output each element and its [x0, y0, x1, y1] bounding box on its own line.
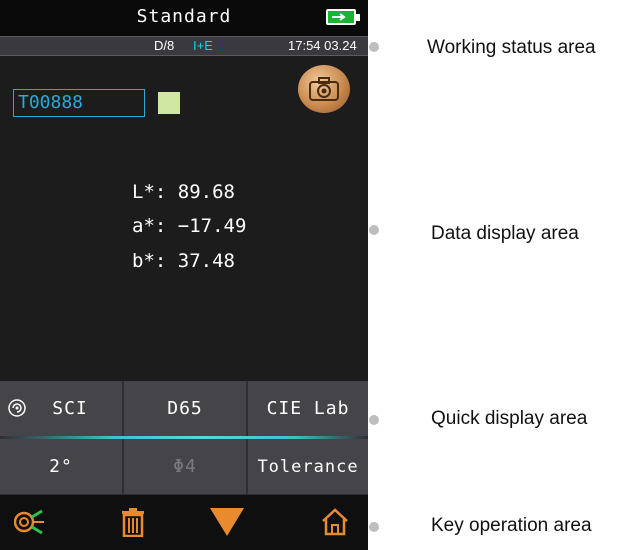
callout-dot-key — [369, 522, 379, 532]
color-swatch — [158, 92, 180, 114]
key-operation-label: Key operation area — [431, 515, 592, 536]
callout-dot-status — [369, 42, 379, 52]
observer-button[interactable]: 2° — [0, 439, 122, 494]
color-space-button[interactable]: CIE Lab — [248, 381, 368, 436]
camera-button[interactable] — [298, 65, 350, 113]
l-star-value: L*: 89.68 — [132, 181, 235, 203]
tolerance-button[interactable]: Tolerance — [248, 439, 368, 494]
data-display-label: Data display area — [431, 223, 579, 244]
title-bar: Standard — [0, 0, 368, 36]
down-triangle-icon[interactable] — [209, 507, 245, 537]
b-star-value: b*: 37.48 — [132, 250, 235, 272]
battery-icon — [326, 9, 356, 25]
sci-label: SCI — [52, 398, 88, 419]
measure-icon[interactable] — [14, 509, 46, 535]
specular-mode-indicator: I+E — [193, 38, 213, 53]
callout-dot-data — [369, 225, 379, 235]
sample-id-field[interactable]: T00888 — [13, 89, 145, 117]
battery-tip — [356, 14, 360, 21]
aperture-button[interactable]: Φ4 — [124, 439, 246, 494]
working-status-label: Working status area — [427, 37, 596, 58]
callout-dot-quick — [369, 415, 379, 425]
clock: 17:54 03.24 — [288, 38, 357, 53]
quick-display-label: Quick display area — [431, 408, 588, 429]
quick-display-panel: SCI D65 CIE Lab 2° Φ4 Tolerance — [0, 381, 368, 495]
sci-button[interactable]: SCI — [0, 381, 122, 436]
geometry-indicator: D/8 — [154, 38, 175, 53]
home-icon[interactable] — [320, 507, 350, 537]
camera-icon — [309, 77, 339, 101]
sci-mode-icon — [8, 399, 26, 417]
screen-title: Standard — [136, 6, 232, 27]
illuminant-button[interactable]: D65 — [124, 381, 246, 436]
key-operation-bar — [0, 495, 368, 550]
working-status-bar: D/8 I+E 17:54 03.24 — [0, 36, 368, 56]
device-screen: Standard D/8 I+E 17:54 03.24 T00888 L*: … — [0, 0, 368, 550]
trash-icon[interactable] — [120, 507, 146, 537]
a-star-value: a*: −17.49 — [132, 215, 247, 237]
